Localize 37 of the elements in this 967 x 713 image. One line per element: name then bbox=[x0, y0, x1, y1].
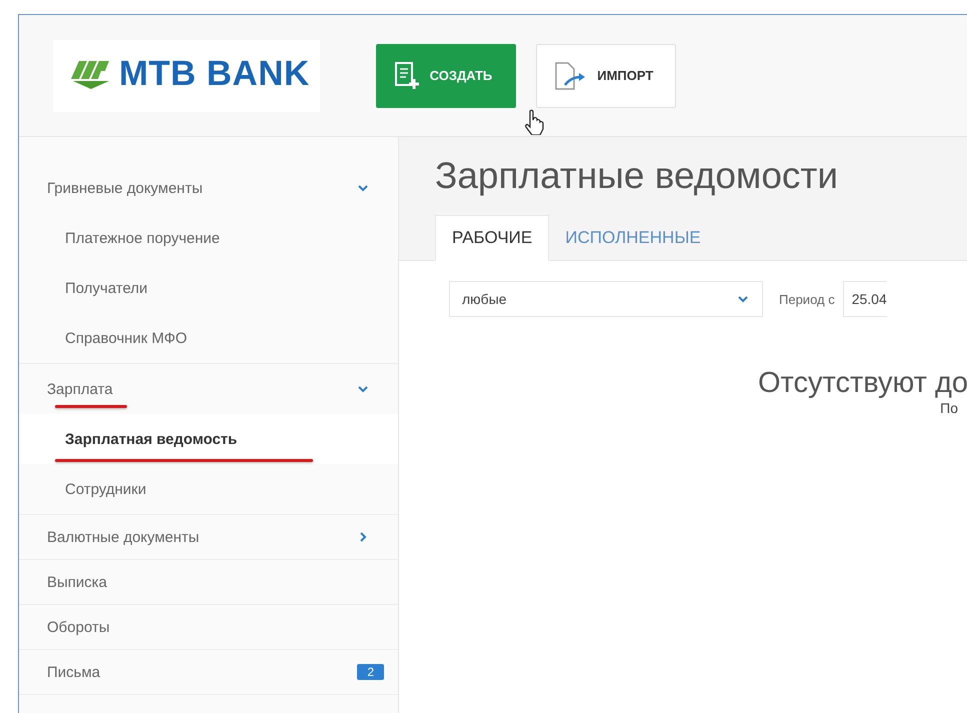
bank-logo: MTB BANK bbox=[53, 40, 320, 112]
sidebar-label: Гривневые документы bbox=[47, 180, 204, 196]
sidebar-label: Платежное поручение bbox=[65, 230, 221, 246]
sidebar-item[interactable]: Обороты bbox=[19, 605, 398, 649]
import-button[interactable]: ИМПОРТ bbox=[536, 44, 676, 108]
sidebar-subitem[interactable]: Получатели bbox=[19, 263, 398, 313]
page-title: Зарплатные ведомости bbox=[435, 155, 840, 197]
count-badge: 2 bbox=[357, 664, 384, 680]
sidebar-subitem[interactable]: Справочник МФО bbox=[19, 313, 398, 363]
sidebar-item[interactable]: Письма 2 bbox=[19, 650, 398, 694]
sidebar-item[interactable]: Валютные документы bbox=[19, 515, 398, 559]
sidebar-label: Справочник МФО bbox=[65, 330, 188, 346]
period-label: Период с bbox=[779, 292, 835, 306]
document-plus-icon bbox=[394, 60, 420, 90]
date-field[interactable]: 25.04 bbox=[842, 281, 887, 317]
sidebar-item[interactable]: Гривневые документы bbox=[19, 163, 398, 213]
document-arrow-icon bbox=[553, 60, 588, 90]
chevron-icon bbox=[738, 294, 748, 304]
empty-hint: По bbox=[940, 400, 958, 416]
sidebar-label: Зарплата bbox=[47, 380, 114, 398]
sidebar-label: Письма bbox=[47, 664, 102, 680]
empty-message: Отсутствуют до bbox=[758, 367, 967, 400]
sidebar-subitem[interactable]: Сотрудники bbox=[19, 464, 398, 514]
sidebar-item[interactable]: Зарплата bbox=[19, 364, 398, 414]
sidebar-label: Обороты bbox=[47, 618, 111, 636]
sidebar-label: Валютные документы bbox=[47, 528, 200, 546]
sidebar-label: Сотрудники bbox=[65, 480, 148, 498]
tab[interactable]: ИСПОЛНЕННЫЕ bbox=[549, 215, 717, 261]
tab[interactable]: РАБОЧИЕ bbox=[435, 215, 550, 261]
sidebar-label: Получатели bbox=[65, 280, 149, 296]
sidebar-label: Зарплатная ведомость bbox=[65, 430, 238, 448]
sidebar-label: Выписка bbox=[47, 574, 108, 590]
create-button[interactable]: СОЗДАТЬ bbox=[376, 44, 516, 108]
sidebar-item[interactable]: Выписка bbox=[19, 560, 398, 604]
status-dropdown[interactable]: любые bbox=[449, 281, 763, 317]
sidebar-subitem[interactable]: Платежное поручение bbox=[19, 213, 398, 263]
sidebar-subitem[interactable]: Зарплатная ведомость bbox=[19, 414, 398, 464]
